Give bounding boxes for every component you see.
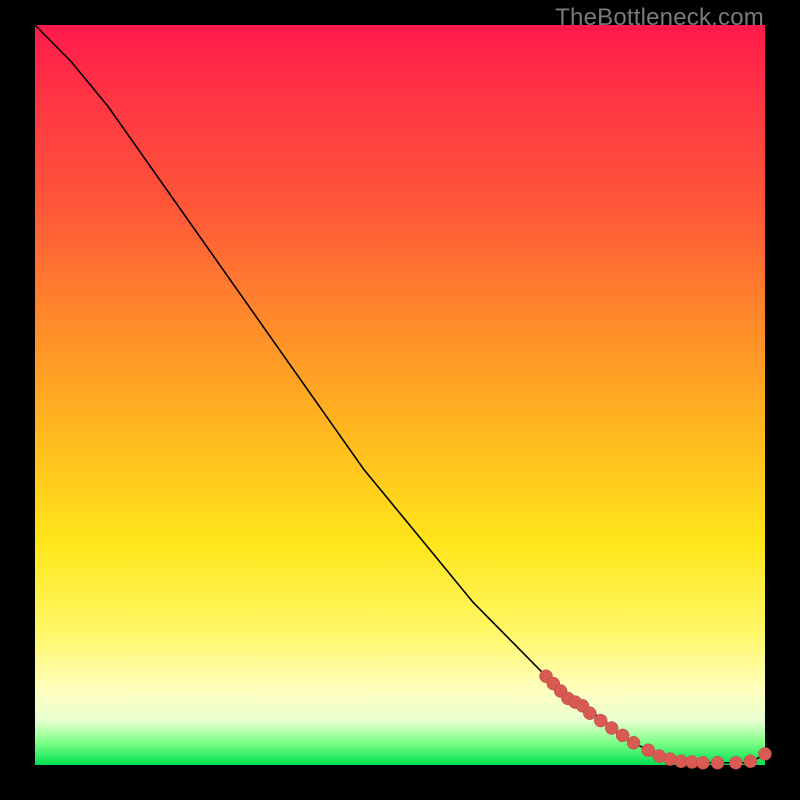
- data-point: [744, 755, 757, 768]
- main-curve: [35, 25, 765, 763]
- data-point: [583, 707, 596, 720]
- data-point: [729, 756, 742, 769]
- data-point: [616, 729, 629, 742]
- data-point: [627, 736, 640, 749]
- data-point: [711, 756, 724, 769]
- data-point: [759, 747, 772, 760]
- data-point: [664, 753, 677, 766]
- chart-frame: TheBottleneck.com: [0, 0, 800, 800]
- data-point: [696, 756, 709, 769]
- data-markers: [540, 670, 772, 770]
- chart-overlay: [35, 25, 765, 765]
- data-point: [605, 722, 618, 735]
- data-point: [594, 714, 607, 727]
